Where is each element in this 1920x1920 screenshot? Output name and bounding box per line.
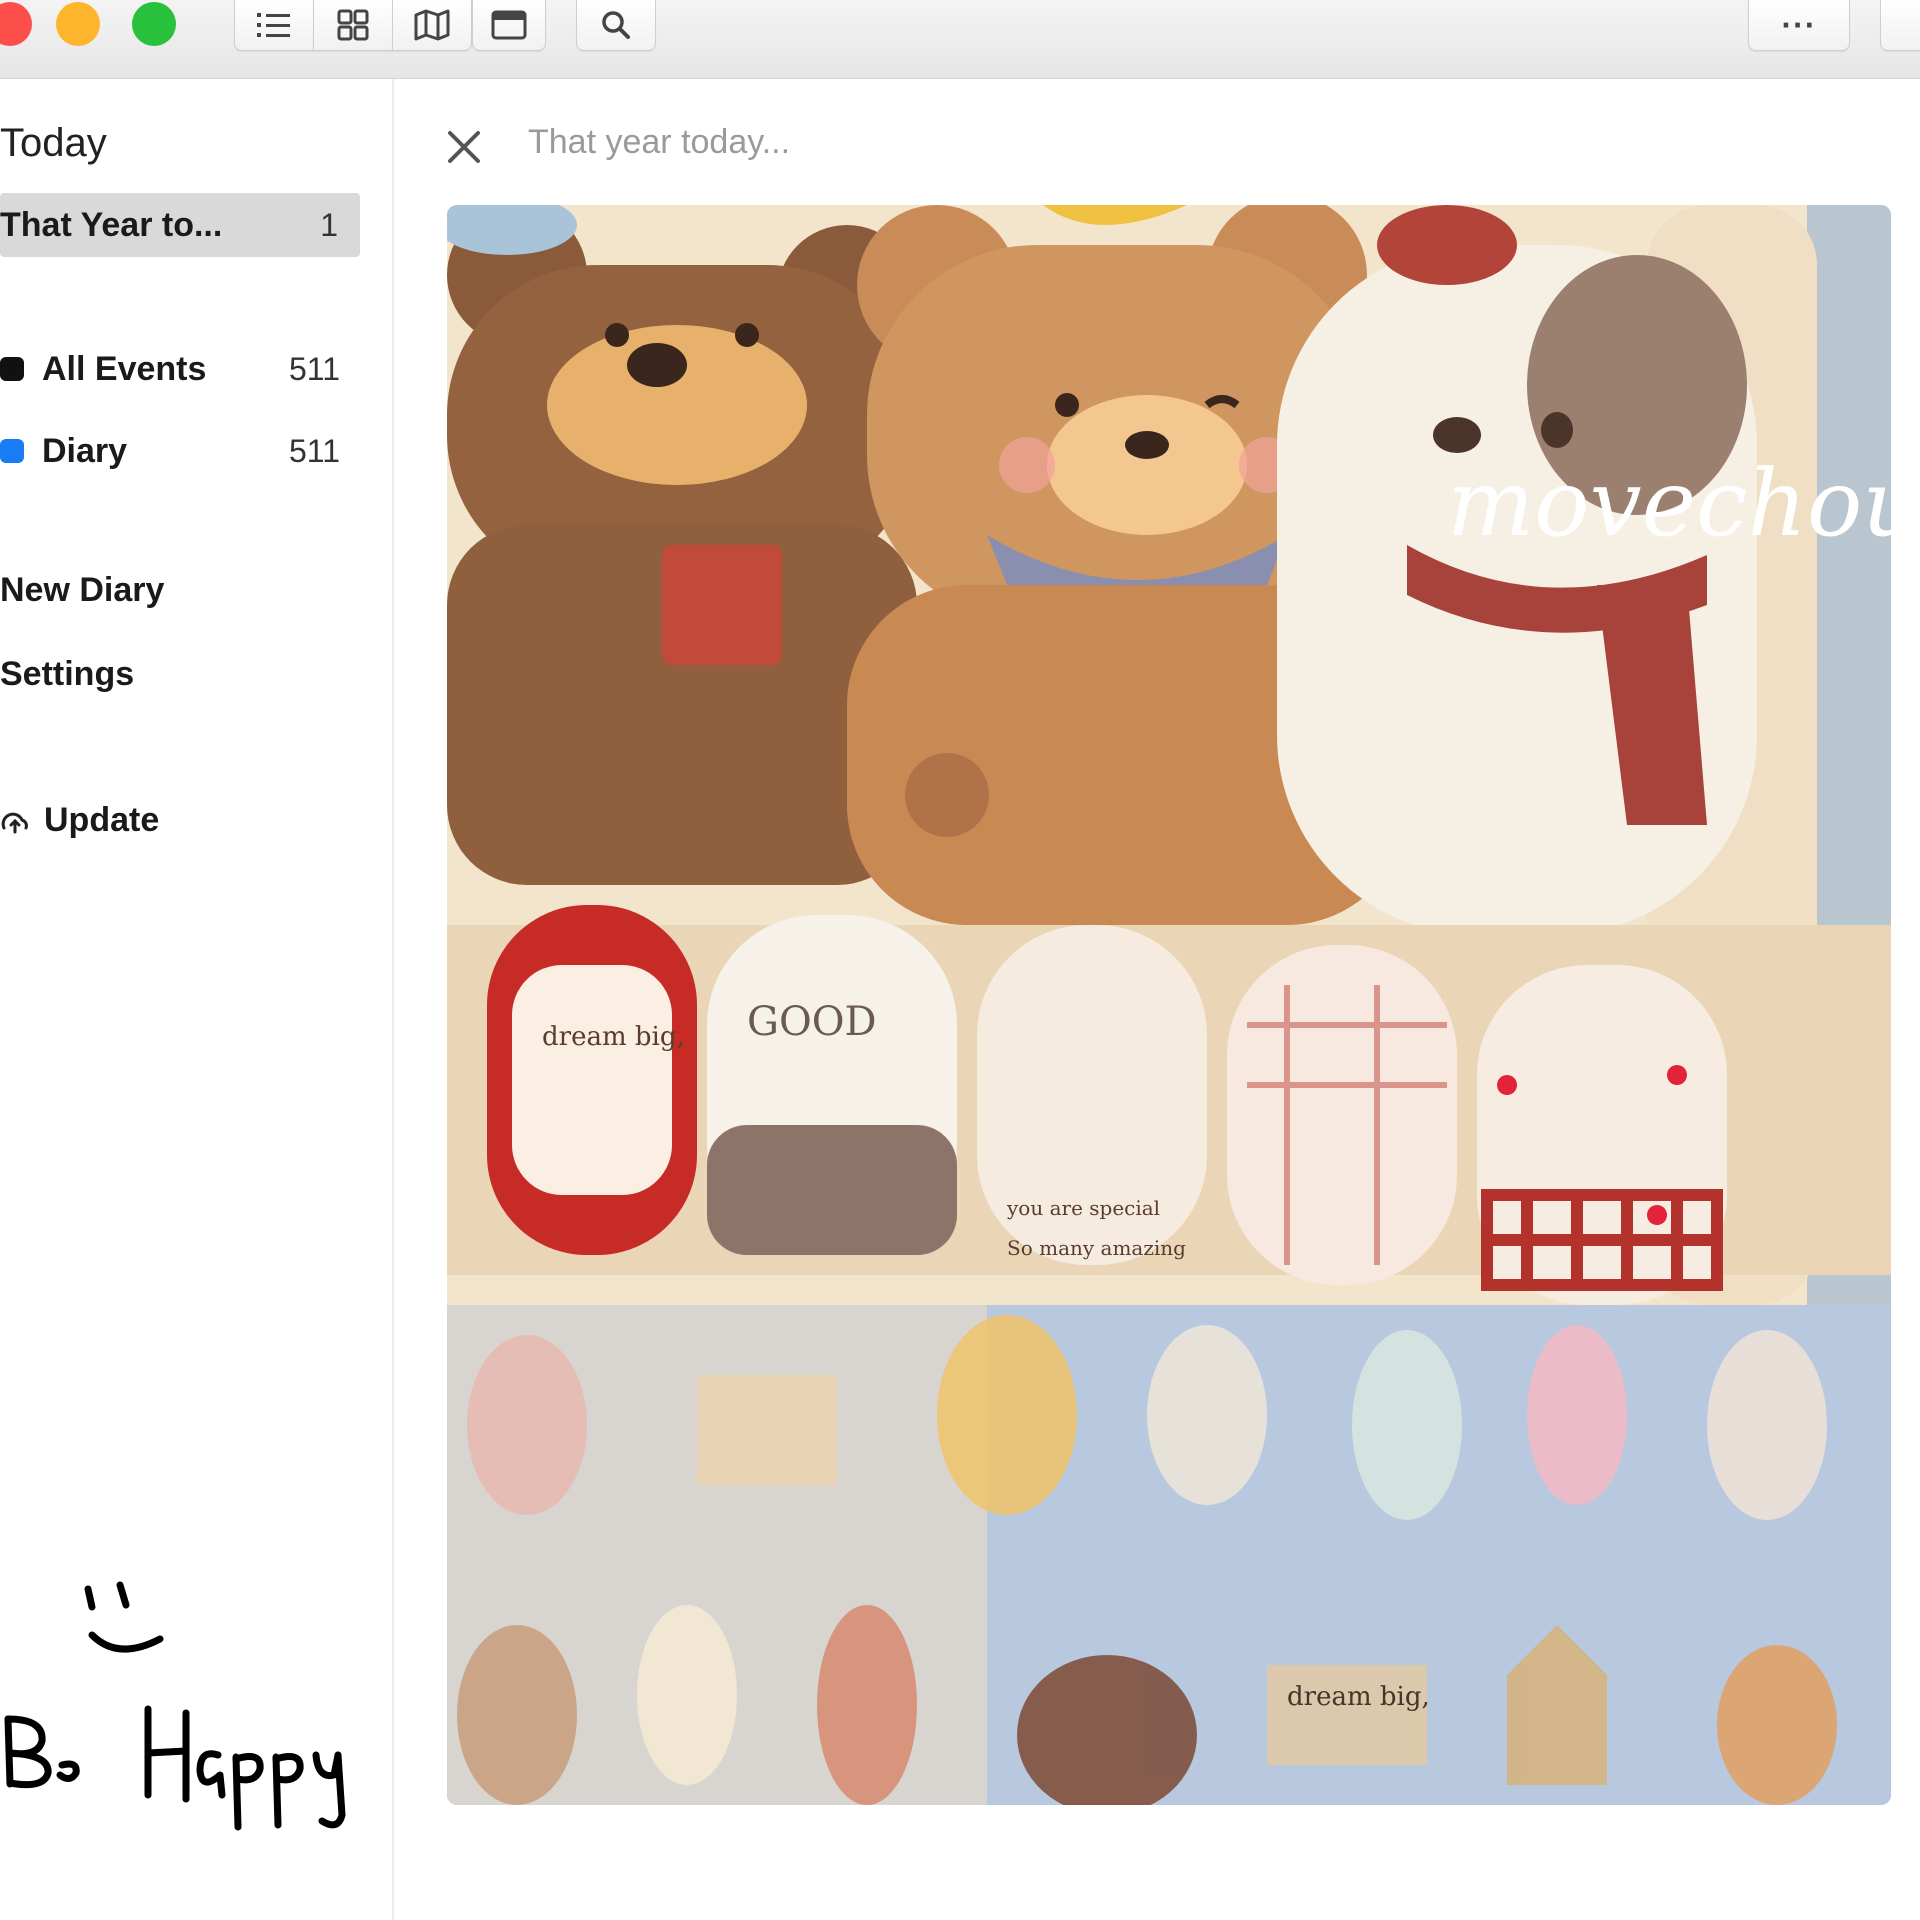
sidebar-item-all-events[interactable]: All Events 511 bbox=[0, 337, 360, 401]
close-window-button[interactable] bbox=[0, 2, 32, 46]
list-icon bbox=[257, 13, 290, 37]
map-icon bbox=[414, 9, 450, 41]
grid-icon bbox=[337, 9, 369, 41]
sticker-text: dream big, bbox=[1287, 1682, 1430, 1712]
sidebar-item-label: All Events bbox=[42, 349, 207, 388]
update-label: Update bbox=[44, 801, 160, 839]
handwriting-doodle bbox=[4, 1581, 346, 1831]
map-view-button[interactable] bbox=[392, 0, 472, 51]
sidebar-toggle-button[interactable] bbox=[1880, 0, 1920, 51]
sidebar-item-label: That Year to... bbox=[0, 205, 223, 244]
calendar-icon bbox=[491, 10, 527, 40]
main-content: That year today... movechou dream big, G… bbox=[394, 79, 1920, 1920]
sidebar-heading-today: Today bbox=[0, 121, 107, 165]
watermark-text: movechou bbox=[1447, 450, 1891, 557]
nail-text: So many amazing bbox=[1007, 1236, 1186, 1260]
white-dog-illustration bbox=[1277, 205, 1757, 935]
entry-photo[interactable]: movechou dream big, GOOD you are special… bbox=[447, 205, 1891, 1805]
sidebar-item-count: 511 bbox=[288, 350, 340, 387]
more-icon: ··· bbox=[1781, 6, 1817, 43]
search-icon bbox=[602, 11, 630, 39]
sidebar-item-diary[interactable]: Diary 511 bbox=[0, 419, 360, 483]
sticker-sheet bbox=[447, 1305, 1891, 1805]
close-search-icon[interactable] bbox=[446, 129, 482, 165]
calendar-color-dot bbox=[0, 439, 24, 463]
window-toolbar: ··· bbox=[0, 0, 1920, 79]
nail-text: GOOD bbox=[747, 999, 877, 1045]
nail-text: dream big, bbox=[542, 1022, 685, 1052]
zoom-window-button[interactable] bbox=[132, 2, 176, 46]
sidebar-item-label: Diary bbox=[42, 431, 128, 470]
search-button[interactable] bbox=[576, 0, 656, 51]
nail-text: you are special bbox=[1006, 1196, 1160, 1220]
new-diary-button[interactable]: New Diary bbox=[0, 571, 164, 610]
cloud-upload-icon bbox=[1, 812, 28, 833]
sidebar-item-that-year-today[interactable]: That Year to... 1 bbox=[0, 193, 360, 257]
minimize-window-button[interactable] bbox=[56, 2, 100, 46]
sidebar-item-count: 1 bbox=[320, 206, 338, 243]
brown-bear-illustration bbox=[447, 205, 917, 885]
settings-button[interactable]: Settings bbox=[0, 655, 134, 694]
grid-view-button[interactable] bbox=[313, 0, 393, 51]
more-options-button[interactable]: ··· bbox=[1748, 0, 1850, 51]
sidebar-item-count: 511 bbox=[288, 432, 340, 469]
search-field[interactable]: That year today... bbox=[528, 123, 790, 162]
sidebar: Today That Year to... 1 All Events 511 D… bbox=[0, 79, 394, 1920]
list-view-button[interactable] bbox=[234, 0, 314, 51]
calendar-view-button[interactable] bbox=[472, 0, 546, 51]
update-button[interactable]: Update bbox=[0, 801, 159, 840]
nail-art-photo: movechou dream big, GOOD you are special… bbox=[447, 205, 1891, 1805]
calendar-color-dot bbox=[0, 357, 24, 381]
